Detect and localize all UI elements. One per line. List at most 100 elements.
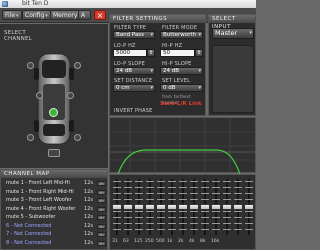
lo-p-slope-value: 24 dB <box>116 68 133 74</box>
lo-p-hz-stepper[interactable]: ⇕ <box>147 49 155 57</box>
select-input-dropdown[interactable]: Master ▾ <box>212 28 254 39</box>
eq-fader[interactable] <box>222 177 232 241</box>
eq-fader-tick <box>190 199 198 200</box>
channel-map-row[interactable]: mute 1 - Front Left Mid-Hi 12s ch <box>3 180 107 187</box>
filter-mode-select[interactable]: Butterworth ▾ <box>160 31 203 39</box>
eq-fader-knob[interactable] <box>222 204 232 210</box>
eq-fader[interactable]: 63 <box>123 177 133 244</box>
eq-fader[interactable]: 8k <box>200 177 210 244</box>
eq-fader[interactable]: 1k <box>167 177 177 244</box>
eq-fader-knob[interactable] <box>112 204 122 210</box>
eq-fader-tick <box>168 181 176 182</box>
save-lr-link-button[interactable]: Save L/R Link <box>160 101 202 107</box>
eq-fader-tick <box>234 229 242 230</box>
channel-map-row-name: mute 1 - Front Right Mid-Hi <box>6 188 74 195</box>
eq-fader-tick <box>179 181 187 182</box>
channel-map-row[interactable]: 6 - Not Connected 12s ch <box>3 223 107 230</box>
speaker-selected-icon[interactable] <box>49 108 58 117</box>
lo-p-slope-select[interactable]: 24 dB ▾ <box>113 67 155 75</box>
eq-fader-tick <box>168 193 176 194</box>
channel-map-row-name: mute 5 - Subwoofer <box>6 214 56 220</box>
eq-fader[interactable]: 250 <box>145 177 155 244</box>
chevron-down-icon: ▾ <box>16 13 19 19</box>
eq-fader[interactable]: 4k <box>189 177 199 244</box>
eq-fader-knob[interactable] <box>200 204 210 210</box>
channel-map-row-button[interactable]: ch <box>97 223 106 229</box>
eq-fader-tick <box>135 223 143 224</box>
eq-fader-tick <box>179 199 187 200</box>
eq-fader-tick <box>168 223 176 224</box>
channel-map-row[interactable]: 7 - Not Connected 12s ch <box>3 231 107 238</box>
eq-fader-knob[interactable] <box>244 204 254 210</box>
eq-fader-knob[interactable] <box>233 204 243 210</box>
subwoofer-icon[interactable] <box>48 149 60 157</box>
speaker-rear-right-icon[interactable] <box>74 134 81 141</box>
channel-map-row[interactable]: mute 5 - Subwoofer 12s ch <box>3 214 107 221</box>
eq-fader[interactable]: 125 <box>134 177 144 244</box>
channel-map-row[interactable]: mute 4 - Front Right Woofer 12s ch <box>3 206 107 213</box>
set-distance-select[interactable]: 0 cm ▾ <box>113 84 155 92</box>
eq-band-label: 2k <box>178 239 184 244</box>
eq-fader-knob[interactable] <box>211 204 221 210</box>
hi-p-slope-select[interactable]: 24 dB ▾ <box>160 67 203 75</box>
eq-fader-tick <box>245 199 253 200</box>
chevron-down-icon: ▾ <box>150 68 153 74</box>
speaker-right-mid-icon[interactable] <box>67 92 74 99</box>
eq-fader-tick <box>223 217 231 218</box>
eq-fader-tick <box>157 229 165 230</box>
eq-fader-tick <box>124 211 132 212</box>
channel-map-row-button[interactable]: ch <box>97 206 106 212</box>
set-level-select[interactable]: 0 dB ▾ <box>160 84 203 92</box>
channel-map-panel: Channel Map mute 1 - Front Left Mid-Hi 12… <box>0 169 108 250</box>
speaker-front-left-icon[interactable] <box>27 62 34 69</box>
response-curve <box>117 149 241 174</box>
close-button[interactable]: × <box>94 10 106 20</box>
memory-slot-button[interactable]: A <box>78 10 91 20</box>
eq-fader-tick <box>124 193 132 194</box>
channel-map-row-button[interactable]: ch <box>97 198 106 203</box>
eq-fader-tick <box>146 229 154 230</box>
config-menu-button[interactable]: Config▾ <box>22 10 51 20</box>
channel-map-row-button[interactable]: ch <box>97 232 106 237</box>
channel-map-row[interactable]: 8 - Not Connected 12s ch <box>3 240 107 247</box>
eq-fader[interactable]: 31 <box>112 177 122 244</box>
eq-fader-tick <box>168 187 176 188</box>
speaker-left-mid-icon[interactable] <box>36 92 43 99</box>
eq-fader-tick <box>157 193 165 194</box>
eq-fader[interactable]: 500 <box>156 177 166 244</box>
eq-fader-knob[interactable] <box>178 204 188 210</box>
lo-p-hz-input[interactable]: 5000 <box>113 49 147 57</box>
eq-fader-knob[interactable] <box>189 204 199 210</box>
eq-fader[interactable]: 2k <box>178 177 188 244</box>
eq-fader-knob[interactable] <box>167 204 177 210</box>
eq-fader[interactable]: 16k <box>211 177 221 244</box>
eq-fader-tick <box>190 211 198 212</box>
eq-fader-knob[interactable] <box>145 204 155 210</box>
eq-fader-tick <box>124 181 132 182</box>
file-menu-button[interactable]: File▾ <box>2 10 22 20</box>
hi-p-hz-stepper[interactable]: ⇕ <box>195 49 203 57</box>
eq-fader-tick <box>124 199 132 200</box>
speaker-rear-left-icon[interactable] <box>27 134 34 141</box>
channel-map-row-button[interactable]: ch <box>97 189 106 195</box>
eq-fader-knob[interactable] <box>123 204 133 210</box>
hi-p-hz-input[interactable]: 50 <box>160 49 195 57</box>
eq-fader-tick <box>113 181 121 182</box>
eq-fader-tick <box>212 187 220 188</box>
filter-settings-title: Filter Settings <box>110 15 205 23</box>
channel-map-row-button[interactable]: ch <box>97 240 106 246</box>
channel-map-row-button[interactable]: ch <box>97 215 106 220</box>
eq-fader-tick <box>146 223 154 224</box>
eq-fader-knob[interactable] <box>156 204 166 210</box>
channel-map-row-button[interactable]: ch <box>97 181 106 186</box>
channel-map-row-name: mute 3 - Front Left Woofer <box>6 197 72 203</box>
channel-map-row[interactable]: mute 3 - Front Left Woofer 12s ch <box>3 197 107 204</box>
invert-phase-label[interactable]: Invert Phase <box>114 108 152 114</box>
filter-type-select[interactable]: Band Pass ▾ <box>113 31 155 39</box>
eq-fader-tick <box>245 223 253 224</box>
speaker-front-right-icon[interactable] <box>74 62 81 69</box>
eq-fader-knob[interactable] <box>134 204 144 210</box>
eq-fader[interactable] <box>233 177 243 241</box>
channel-map-row[interactable]: mute 1 - Front Right Mid-Hi 12s ch <box>3 189 107 196</box>
eq-fader[interactable] <box>244 177 254 241</box>
